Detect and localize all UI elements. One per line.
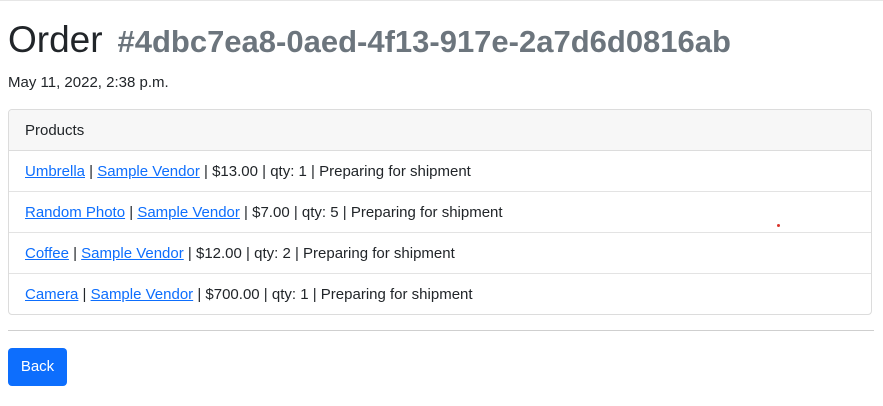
vendor-link[interactable]: Sample Vendor — [97, 163, 200, 180]
vendor-link[interactable]: Sample Vendor — [91, 286, 194, 303]
order-id: #4dbc7ea8-0aed-4f13-917e-2a7d6d0816ab — [117, 24, 731, 59]
page-title-word: Order — [8, 19, 103, 60]
product-link[interactable]: Umbrella — [25, 163, 85, 180]
product-status: Preparing for shipment — [350, 204, 503, 221]
separator: | — [290, 245, 304, 262]
product-row: Coffee | Sample Vendor | $12.00 | qty: 2… — [9, 233, 871, 274]
section-divider — [8, 330, 874, 331]
product-price: $7.00 — [252, 204, 290, 221]
product-link[interactable]: Random Photo — [25, 204, 125, 221]
product-qty: qty: 5 — [301, 204, 339, 221]
separator: | — [85, 163, 98, 180]
separator: | — [241, 245, 255, 262]
product-link[interactable]: Camera — [25, 286, 78, 303]
separator: | — [199, 163, 213, 180]
product-qty: qty: 1 — [270, 163, 307, 180]
product-price: $12.00 — [195, 245, 242, 262]
separator: | — [68, 245, 82, 262]
separator: | — [239, 204, 253, 221]
product-price: $700.00 — [205, 286, 260, 303]
separator: | — [259, 286, 272, 303]
separator: | — [338, 204, 351, 221]
products-card: Products Umbrella | Sample Vendor | $13.… — [8, 109, 872, 315]
product-qty: qty: 2 — [254, 245, 291, 262]
back-button[interactable]: Back — [8, 348, 67, 386]
separator: | — [306, 163, 320, 180]
vendor-link[interactable]: Sample Vendor — [81, 245, 184, 262]
product-qty: qty: 1 — [271, 286, 309, 303]
top-divider — [0, 0, 883, 1]
product-row: Camera | Sample Vendor | $700.00 | qty: … — [9, 274, 871, 314]
separator: | — [78, 286, 91, 303]
red-dot-marker — [777, 224, 780, 227]
product-price: $13.00 — [212, 163, 258, 180]
separator: | — [257, 163, 271, 180]
product-status: Preparing for shipment — [320, 286, 473, 303]
product-link[interactable]: Coffee — [25, 245, 69, 262]
product-status: Preparing for shipment — [319, 163, 471, 180]
products-card-header: Products — [9, 110, 871, 151]
separator: | — [193, 286, 206, 303]
page-title: Order #4dbc7ea8-0aed-4f13-917e-2a7d6d081… — [8, 18, 731, 64]
separator: | — [308, 286, 321, 303]
product-row: Random Photo | Sample Vendor | $7.00 | q… — [9, 192, 871, 233]
order-date: May 11, 2022, 2:38 p.m. — [8, 74, 169, 91]
separator: | — [125, 204, 138, 221]
product-row: Umbrella | Sample Vendor | $13.00 | qty:… — [9, 151, 871, 192]
separator: | — [183, 245, 196, 262]
separator: | — [289, 204, 302, 221]
product-status: Preparing for shipment — [303, 245, 455, 262]
vendor-link[interactable]: Sample Vendor — [137, 204, 240, 221]
